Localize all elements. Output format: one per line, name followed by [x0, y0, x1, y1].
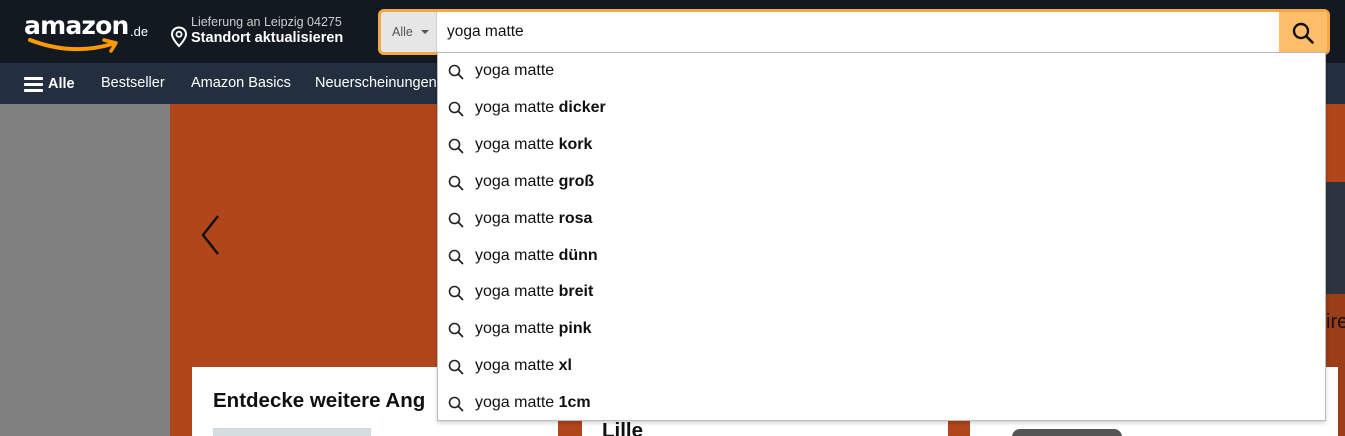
logo-country-suffix: .de [130, 24, 149, 39]
promo-card-title: Entdecke weitere Ang [213, 389, 426, 412]
search-suggestion-icon [448, 64, 464, 80]
promo-card-image [1012, 429, 1122, 436]
search-input[interactable] [438, 12, 1278, 52]
search-suggestion-icon [448, 249, 464, 264]
search-suggestion-icon [448, 322, 464, 338]
suggestion-text: yoga matte [475, 62, 554, 80]
hero-banner-text: ire [1326, 311, 1345, 333]
search-suggestion-icon [448, 212, 464, 227]
suggestion-text: yoga matte 1cm [475, 394, 591, 412]
suggestion-query: yoga matte [475, 172, 559, 190]
location-pin-icon [170, 26, 188, 48]
delivery-address: Lieferung an Leipzig 04275 [191, 15, 342, 29]
suggestion-item[interactable]: yoga matte groß [438, 164, 1325, 201]
search-category-label: Alle [392, 25, 413, 39]
suggestion-query: yoga matte [475, 135, 559, 153]
suggestion-completion: xl [558, 357, 572, 375]
nav-link-amazon-basics[interactable]: Amazon Basics [191, 75, 291, 91]
suggestion-item[interactable]: yoga matte rosa [438, 201, 1325, 238]
search-suggestion-icon [448, 175, 464, 191]
search-suggestions-dropdown: yoga matte yoga matte dicker yoga matte ko… [437, 52, 1326, 421]
nav-link-new-releases[interactable]: Neuerscheinungen [315, 75, 437, 91]
search-suggestion-icon [448, 359, 464, 375]
suggestion-completion: rosa [558, 209, 593, 227]
suggestion-text: yoga matte pink [475, 320, 592, 338]
suggestion-query: yoga matte [475, 283, 559, 301]
suggestion-completion: pink [558, 320, 592, 338]
magnifier-icon [1292, 22, 1314, 44]
suggestion-item[interactable]: yoga matte pink [438, 311, 1325, 348]
suggestion-query: yoga matte [475, 320, 559, 338]
caret-down-icon [421, 30, 429, 34]
suggestion-item[interactable]: yoga matte [438, 53, 1325, 90]
suggestion-completion: dünn [558, 246, 598, 264]
suggestion-completion: dicker [558, 98, 606, 116]
suggestion-item[interactable]: yoga matte xl [438, 348, 1325, 385]
nav-link-bestseller[interactable]: Bestseller [101, 75, 165, 91]
search-suggestion-icon [448, 138, 464, 154]
suggestion-item[interactable]: yoga matte 1cm [438, 385, 1325, 422]
suggestion-item[interactable]: yoga matte dünn [438, 238, 1325, 275]
suggestion-text: yoga matte xl [475, 357, 572, 375]
update-location-link[interactable]: Standort aktualisieren [191, 30, 343, 46]
suggestion-text: yoga matte kork [475, 136, 592, 154]
suggestion-completion: breit [558, 283, 594, 301]
suggestion-text: yoga matte dünn [475, 247, 598, 265]
suggestion-query: yoga matte [475, 209, 559, 227]
delivery-location[interactable]: Lieferung an Leipzig 04275 Standort aktu… [170, 14, 365, 50]
logo-smile-icon [28, 38, 118, 53]
amazon-logo[interactable]: amazon .de [22, 10, 152, 54]
search-bar: Alle [378, 9, 1330, 55]
all-menu-label: Alle [48, 76, 75, 92]
suggestion-text: yoga matte breit [475, 283, 593, 301]
suggestion-completion: groß [558, 172, 595, 190]
suggestion-query: yoga matte [475, 357, 559, 375]
search-category-dropdown[interactable]: Alle [381, 12, 437, 52]
search-suggestion-icon [448, 101, 464, 117]
search-button[interactable] [1279, 12, 1327, 52]
search-suggestion-icon [448, 396, 464, 412]
suggestion-text: yoga matte dicker [475, 99, 606, 117]
suggestion-completion: 1cm [558, 394, 591, 412]
suggestion-query: yoga matte [475, 98, 559, 116]
search-suggestion-icon [448, 286, 464, 301]
suggestion-item[interactable]: yoga matte dicker [438, 90, 1325, 127]
promo-card-image [213, 428, 371, 436]
suggestion-item[interactable]: yoga matte kork [438, 127, 1325, 164]
suggestion-item[interactable]: yoga matte breit [438, 274, 1325, 311]
suggestion-text: yoga matte groß [475, 173, 594, 191]
suggestion-query: yoga matte [475, 62, 555, 79]
suggestion-query: yoga matte [475, 394, 559, 412]
suggestion-text: yoga matte rosa [475, 210, 592, 228]
carousel-prev-arrow-icon[interactable] [196, 212, 226, 258]
suggestion-completion: kork [558, 135, 593, 153]
hamburger-icon [24, 77, 43, 92]
suggestion-query: yoga matte [475, 246, 559, 264]
